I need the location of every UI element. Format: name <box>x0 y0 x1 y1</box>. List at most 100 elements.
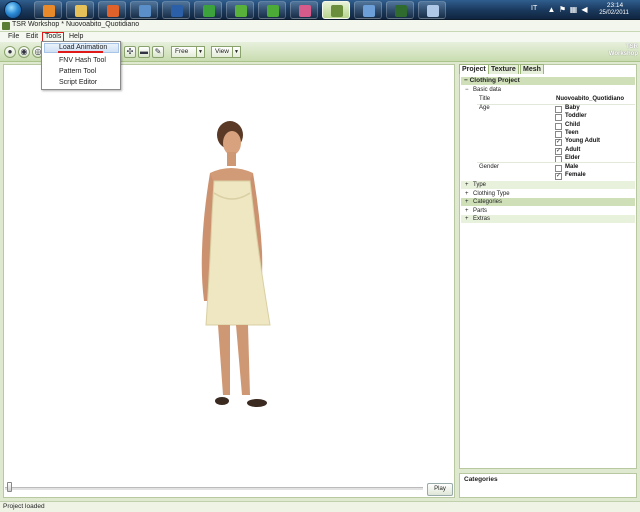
camera-mode-select[interactable]: Free ▼ <box>171 46 205 58</box>
group-type[interactable]: + Type <box>461 181 635 189</box>
age-option-label: Elder <box>565 154 581 161</box>
window-title: TSR Workshop * Nuovoabito_Quotidiano <box>12 21 140 28</box>
tab-project[interactable]: Project <box>459 64 489 74</box>
expand-icon[interactable]: + <box>465 215 469 223</box>
3d-viewport[interactable] <box>3 64 455 498</box>
age-option-label: Baby <box>565 105 580 111</box>
w-app-icon <box>395 5 407 17</box>
group-clothing-type[interactable]: + Clothing Type <box>461 190 635 198</box>
taskbar-app-button[interactable] <box>130 1 158 19</box>
language-indicator[interactable]: IT <box>531 5 537 12</box>
view-select[interactable]: View ▼ <box>211 46 241 58</box>
group-basic-data[interactable]: − Basic data <box>461 86 635 94</box>
taskbar-app-button[interactable] <box>354 1 382 19</box>
gender-checkbox-female[interactable]: ✓ <box>555 173 562 181</box>
timeline-slider-thumb[interactable] <box>7 482 12 492</box>
menu-edit[interactable]: Edit <box>24 33 40 40</box>
chevron-down-icon: ▼ <box>232 47 240 57</box>
collapse-icon[interactable]: − <box>465 86 469 94</box>
expand-icon[interactable]: + <box>465 181 469 189</box>
menu-item-load-animation[interactable]: Load Animation <box>59 44 107 51</box>
age-checkbox-young-adult[interactable]: ✓ <box>555 139 562 147</box>
firefox-icon <box>107 5 119 17</box>
taskbar-app-button[interactable] <box>322 1 350 19</box>
volume-icon[interactable]: ◀ <box>580 5 589 14</box>
age-option-label: Child <box>565 121 580 128</box>
chevron-down-icon: ▼ <box>196 47 204 57</box>
taskbar-app-button[interactable] <box>98 1 126 19</box>
taskbar: IT ▲ ⚑ ▦ ◀ 23:14 25/02/2011 <box>0 0 640 20</box>
clock-time[interactable]: 23:14 <box>598 2 632 9</box>
globe-icon <box>363 5 375 17</box>
grid-tool-icon[interactable]: ✣ <box>124 46 136 58</box>
tools-dropdown-menu: Load Animation FNV Hash Tool Pattern Too… <box>41 41 121 90</box>
age-checkbox-toddler[interactable] <box>555 114 562 122</box>
floor-tool-icon[interactable]: ▬ <box>138 46 150 58</box>
menu-item-fnv-hash-tool[interactable]: FNV Hash Tool <box>59 57 106 64</box>
tsr-workshop-logo: TSR Workshop <box>608 44 638 57</box>
tab-mesh[interactable]: Mesh <box>520 64 544 74</box>
gender-checkbox-male[interactable] <box>555 165 562 172</box>
expand-icon[interactable]: + <box>465 198 469 206</box>
group-extras[interactable]: + Extras <box>461 215 635 223</box>
expand-icon[interactable]: + <box>465 190 469 198</box>
network-icon[interactable]: ▦ <box>569 5 578 14</box>
age-checkbox-child[interactable] <box>555 122 562 130</box>
menu-item-script-editor[interactable]: Script Editor <box>59 79 97 86</box>
pen-tool-icon[interactable]: ✎ <box>152 46 164 58</box>
taskbar-app-button[interactable] <box>386 1 414 19</box>
menu-item-pattern-tool[interactable]: Pattern Tool <box>59 68 96 75</box>
title-value[interactable]: Nuovoabito_Quotidiano <box>556 96 624 102</box>
section-clothing-project[interactable]: − Clothing Project <box>461 77 635 85</box>
taskbar-app-button[interactable] <box>66 1 94 19</box>
taskbar-app-button[interactable] <box>290 1 318 19</box>
age-checkbox-teen[interactable] <box>555 130 562 138</box>
taskbar-app-button[interactable] <box>162 1 190 19</box>
menu-file[interactable]: File <box>6 33 21 40</box>
play-button[interactable]: Play <box>427 483 453 496</box>
circle-tool-icon[interactable]: ● <box>4 46 16 58</box>
age-checkbox-baby[interactable] <box>555 106 562 113</box>
taskbar-app-button[interactable] <box>226 1 254 19</box>
gender-label: Gender <box>479 164 500 170</box>
group-label: Parts <box>473 207 488 214</box>
collapse-icon[interactable]: − <box>464 77 468 84</box>
app-icon <box>2 22 10 30</box>
green-app-icon <box>235 5 247 17</box>
age-label: Age <box>479 105 490 111</box>
group-label: Basic data <box>473 87 502 93</box>
title-label: Title <box>479 96 491 102</box>
clock-date[interactable]: 25/02/2011 <box>594 10 634 16</box>
age-option-label: Teen <box>565 129 579 136</box>
view-value: View <box>215 48 229 55</box>
group-categories[interactable]: + Categories <box>461 198 635 206</box>
group-parts[interactable]: + Parts <box>461 207 635 215</box>
age-option-label: Toddler <box>565 113 587 120</box>
gender-option-label: Male <box>565 164 579 170</box>
select-tool-icon[interactable]: ◉ <box>18 46 30 58</box>
folder-icon <box>75 5 87 17</box>
taskbar-app-button[interactable] <box>194 1 222 19</box>
red-underline-annotation <box>58 51 103 53</box>
row-separator <box>477 162 635 163</box>
tab-texture[interactable]: Texture <box>488 64 519 74</box>
section-title: Clothing Project <box>469 77 520 84</box>
age-checkbox-adult[interactable]: ✓ <box>555 147 562 155</box>
animation-timeline[interactable] <box>5 487 423 490</box>
pink-app-icon <box>299 5 311 17</box>
age-option-label: Young Adult <box>565 138 600 145</box>
photoshop-icon <box>171 5 183 17</box>
flag-icon[interactable]: ⚑ <box>558 5 567 14</box>
gender-option-label: Female <box>565 172 586 179</box>
tsr-workshop-icon <box>331 5 343 17</box>
up-arrow-icon[interactable]: ▲ <box>547 5 556 14</box>
menu-help[interactable]: Help <box>67 33 85 40</box>
row-separator <box>477 104 635 105</box>
taskbar-app-button[interactable] <box>418 1 446 19</box>
taskbar-app-button[interactable] <box>34 1 62 19</box>
group-label: Extras <box>473 216 491 222</box>
start-button[interactable] <box>4 1 22 19</box>
taskbar-app-button[interactable] <box>258 1 286 19</box>
expand-icon[interactable]: + <box>465 207 469 215</box>
status-text: Project loaded <box>3 503 45 510</box>
